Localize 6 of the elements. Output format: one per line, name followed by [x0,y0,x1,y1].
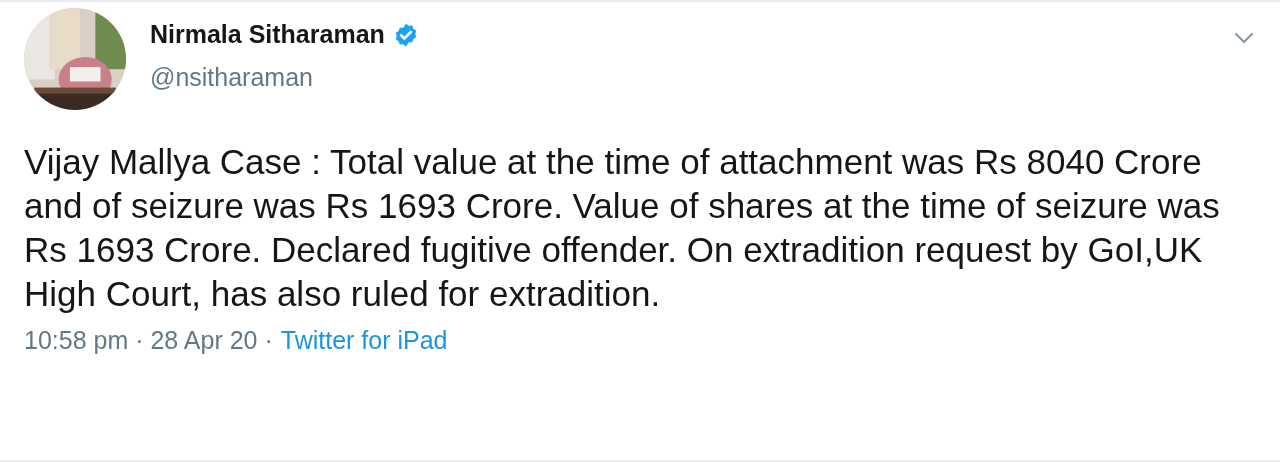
author-handle[interactable]: @nsitharaman [150,63,419,92]
source-link[interactable]: Twitter for iPad [280,326,448,355]
chevron-down-icon[interactable] [1234,32,1254,44]
tweet-text: Vijay Mallya Case : Total value at the time of attachment was Rs 8040 Crore and of seizure was Rs 1693 Crore. Value of shares at the time of seizure was Rs 1693 Crore. Declared fugitive offender. On extradition request by GoI,UK High Court, has also ruled for extradition. [24,141,1221,315]
author-name[interactable]: Nirmala Sitharaman [150,20,385,49]
tweet-timestamp: 10:58 pm · 28 Apr 20 · [24,326,273,355]
